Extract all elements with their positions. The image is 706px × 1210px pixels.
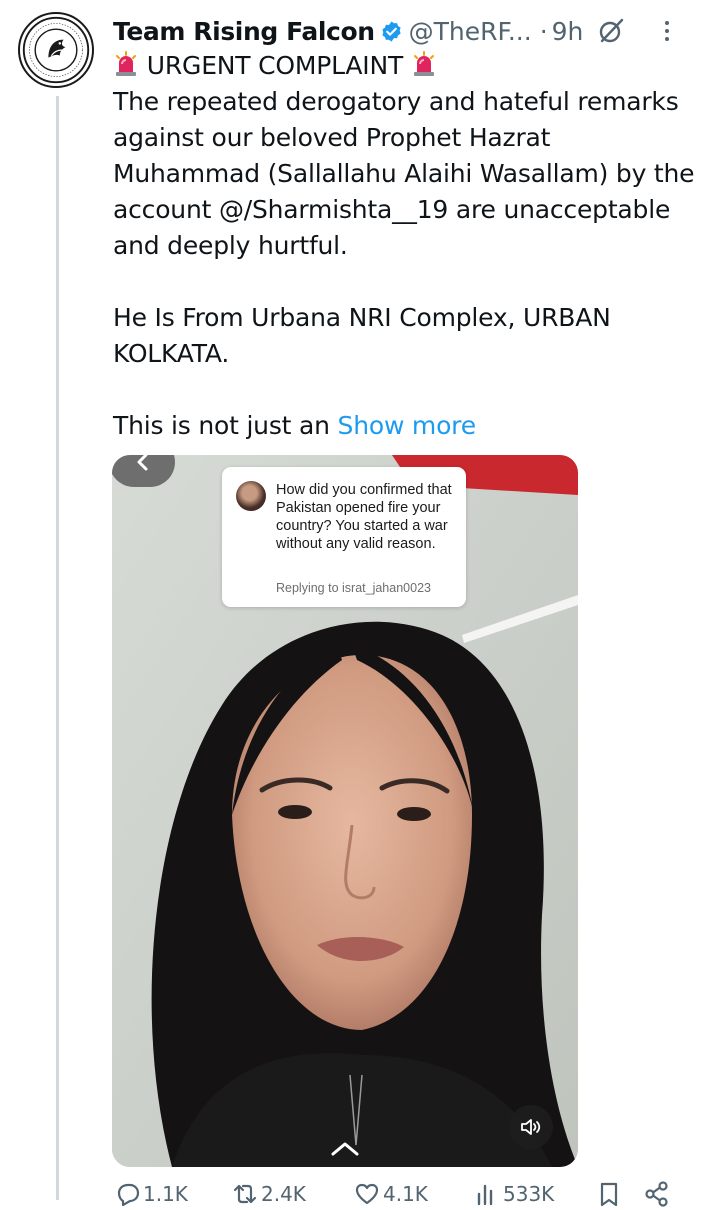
like-count: 4.1K	[383, 1182, 428, 1206]
more-options-icon[interactable]	[657, 14, 677, 48]
mute-button[interactable]	[509, 1105, 553, 1149]
author-avatar[interactable]	[18, 12, 94, 88]
tweet-line: Muhammad (Sallallahu Alaihi Wasallam) by…	[113, 159, 695, 188]
reply-icon	[117, 1183, 140, 1207]
tweet-truncated-line: This is not just an Show more	[113, 408, 698, 444]
speaker-muted-icon	[521, 1119, 541, 1135]
views-button[interactable]: 533K	[473, 1180, 554, 1208]
police-siren-icon	[411, 51, 437, 77]
tweet-line: The repeated derogatory and hateful rema…	[113, 87, 679, 116]
tweet-line: account @/Sharmishta__19 are unacceptabl…	[113, 195, 671, 224]
heart-icon	[355, 1183, 379, 1205]
thread-line	[56, 96, 59, 1200]
question-sticker: How did you confirmed that Pakistan open…	[222, 467, 466, 607]
show-more-link[interactable]: Show more	[338, 411, 477, 440]
reply-button[interactable]: 1.1K	[113, 1180, 188, 1208]
tweet-header: Team Rising Falcon @TheRF... · 9h	[113, 10, 693, 52]
author-handle[interactable]: @TheRF...	[409, 17, 532, 46]
chevron-left-icon	[137, 455, 148, 471]
bookmark-icon	[600, 1182, 618, 1207]
tweet-line: He Is From Urbana NRI Complex, URBAN	[113, 303, 611, 332]
tweet-line: against our beloved Prophet Hazrat	[113, 123, 551, 152]
views-bar-chart-icon	[477, 1184, 493, 1206]
replying-to-label: Replying to israt_jahan0023	[276, 581, 431, 595]
repost-button[interactable]: 2.4K	[231, 1180, 306, 1208]
tweet-heading-line: URGENT COMPLAINT	[113, 48, 698, 84]
action-bar: 1.1K 2.4K 4.1K 533K	[113, 1180, 693, 1210]
tweet-heading: URGENT COMPLAINT	[146, 51, 404, 80]
chevron-up-icon[interactable]	[330, 1141, 360, 1157]
reply-count: 1.1K	[143, 1182, 188, 1206]
post-time[interactable]: 9h	[552, 17, 584, 46]
author-display-name[interactable]: Team Rising Falcon	[113, 17, 375, 46]
falcon-seal-logo	[22, 16, 90, 84]
tweet-line: and deeply hurtful.	[113, 231, 348, 260]
truncated-text: This is not just an	[113, 411, 338, 440]
view-count: 533K	[503, 1182, 555, 1206]
repost-count: 2.4K	[261, 1182, 306, 1206]
tweet-body: URGENT COMPLAINT The repeated derogatory…	[113, 48, 698, 444]
grok-icon[interactable]	[595, 15, 627, 47]
question-text: How did you confirmed that Pakistan open…	[276, 482, 452, 552]
police-siren-icon	[113, 51, 139, 77]
share-button[interactable]	[643, 1180, 673, 1208]
time-separator: ·	[539, 16, 548, 46]
question-avatar	[236, 481, 266, 511]
bookmark-button[interactable]	[595, 1180, 625, 1208]
video-media[interactable]: How did you confirmed that Pakistan open…	[112, 455, 578, 1167]
share-icon	[645, 1181, 668, 1207]
tweet-line: KOLKATA.	[113, 339, 230, 368]
verified-badge-icon	[380, 20, 403, 43]
like-button[interactable]: 4.1K	[353, 1180, 428, 1208]
repost-icon	[233, 1184, 257, 1204]
